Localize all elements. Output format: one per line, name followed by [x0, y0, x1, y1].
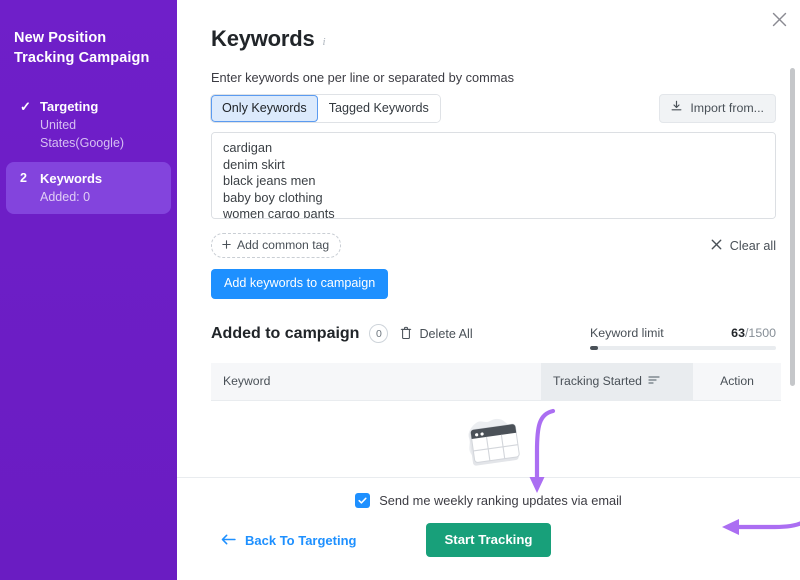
column-header-keyword-label: Keyword [223, 374, 271, 388]
added-to-campaign-title: Added to campaign [211, 324, 360, 342]
add-common-tag-button[interactable]: Add common tag [211, 233, 342, 258]
start-tracking-button[interactable]: Start Tracking [425, 523, 552, 557]
keyword-limit-used: 63 [731, 326, 745, 340]
modal-footer: Send me weekly ranking updates via email… [177, 477, 800, 580]
sidebar-item-targeting[interactable]: ✓ Targeting United States(Google) [6, 90, 171, 160]
empty-table-illustration [457, 409, 531, 477]
tabs-row: Only Keywords Tagged Keywords Import fro… [211, 94, 776, 123]
added-to-campaign-row: Added to campaign 0 Delete All Keyword l… [211, 324, 776, 350]
campaign-title: New Position Tracking Campaign [14, 30, 150, 66]
scroll-content: Keywords i Enter keywords one per line o… [177, 0, 800, 477]
add-common-tag-label: Add common tag [237, 238, 330, 252]
keyword-limit: Keyword limit 63/1500 [590, 324, 776, 350]
page-title-row: Keywords i [211, 0, 776, 52]
column-header-tracking-started[interactable]: Tracking Started [541, 363, 693, 401]
keywords-hint: Enter keywords one per line or separated… [211, 70, 515, 85]
column-header-action: Action [693, 363, 781, 401]
keyword-setup-modal: New Position Tracking Campaign ✓ Targeti… [0, 0, 800, 580]
clear-all-label: Clear all [729, 238, 776, 253]
column-header-tracking-started-label: Tracking Started [553, 374, 642, 388]
sidebar-item-targeting-sub: United States(Google) [40, 118, 125, 150]
textarea-actions: Add common tag Clear all [211, 233, 776, 258]
back-to-targeting-button[interactable]: Back To Targeting [221, 533, 356, 548]
keyword-limit-track [590, 346, 776, 350]
empty-state [211, 401, 776, 477]
step-number: 2 [20, 171, 27, 185]
keywords-input[interactable] [211, 132, 776, 219]
download-icon [670, 100, 683, 116]
keyword-limit-value: 63/1500 [731, 326, 776, 340]
keywords-table: Keyword Tracking Started Action [211, 363, 781, 401]
trash-icon [400, 326, 412, 342]
sidebar-item-keywords-label: Keywords [40, 171, 103, 186]
vertical-scrollbar[interactable] [790, 68, 795, 386]
page-title: Keywords [211, 26, 315, 51]
clear-all-button[interactable]: Clear all [711, 239, 776, 253]
close-small-icon [711, 239, 722, 253]
weekly-updates-label[interactable]: Send me weekly ranking updates via email [379, 493, 622, 508]
import-from-button[interactable]: Import from... [659, 94, 776, 123]
arrow-left-icon [221, 533, 236, 548]
footer-buttons: Back To Targeting Start Tracking [211, 523, 766, 557]
keyword-mode-segmented: Only Keywords Tagged Keywords [211, 95, 440, 122]
keyword-limit-label: Keyword limit [590, 326, 664, 340]
check-icon: ✓ [20, 99, 31, 114]
sidebar-item-keywords-sub: Added: 0 [40, 190, 91, 204]
delete-all-label: Delete All [419, 326, 473, 341]
campaign-steps: ✓ Targeting United States(Google) 2 Keyw… [0, 90, 177, 214]
sidebar-item-keywords[interactable]: 2 Keywords Added: 0 [6, 162, 171, 214]
plus-icon [222, 238, 231, 252]
sidebar-item-targeting-label: Targeting [40, 99, 99, 114]
weekly-updates-checkbox[interactable] [355, 493, 371, 508]
tab-only-keywords[interactable]: Only Keywords [211, 95, 318, 122]
table-header-row: Keyword Tracking Started Action [211, 363, 781, 401]
back-to-targeting-label: Back To Targeting [245, 532, 357, 548]
tab-tagged-keywords[interactable]: Tagged Keywords [317, 95, 440, 122]
keyword-limit-total: 1500 [748, 326, 776, 340]
added-count-badge: 0 [369, 324, 389, 343]
campaign-sidebar: New Position Tracking Campaign ✓ Targeti… [0, 0, 177, 580]
column-header-keyword[interactable]: Keyword [211, 363, 541, 401]
delete-all-button[interactable]: Delete All [400, 326, 473, 342]
main-panel: Keywords i Enter keywords one per line o… [177, 0, 800, 580]
added-left: Added to campaign 0 Delete All [211, 324, 473, 343]
add-keywords-to-campaign-button[interactable]: Add keywords to campaign [211, 269, 389, 299]
weekly-updates-row: Send me weekly ranking updates via email [211, 478, 766, 508]
column-header-action-label: Action [720, 374, 754, 388]
sort-icon[interactable] [648, 374, 660, 388]
import-from-label: Import from... [690, 101, 764, 115]
info-icon[interactable]: i [323, 36, 326, 48]
keyword-limit-fill [590, 346, 598, 350]
